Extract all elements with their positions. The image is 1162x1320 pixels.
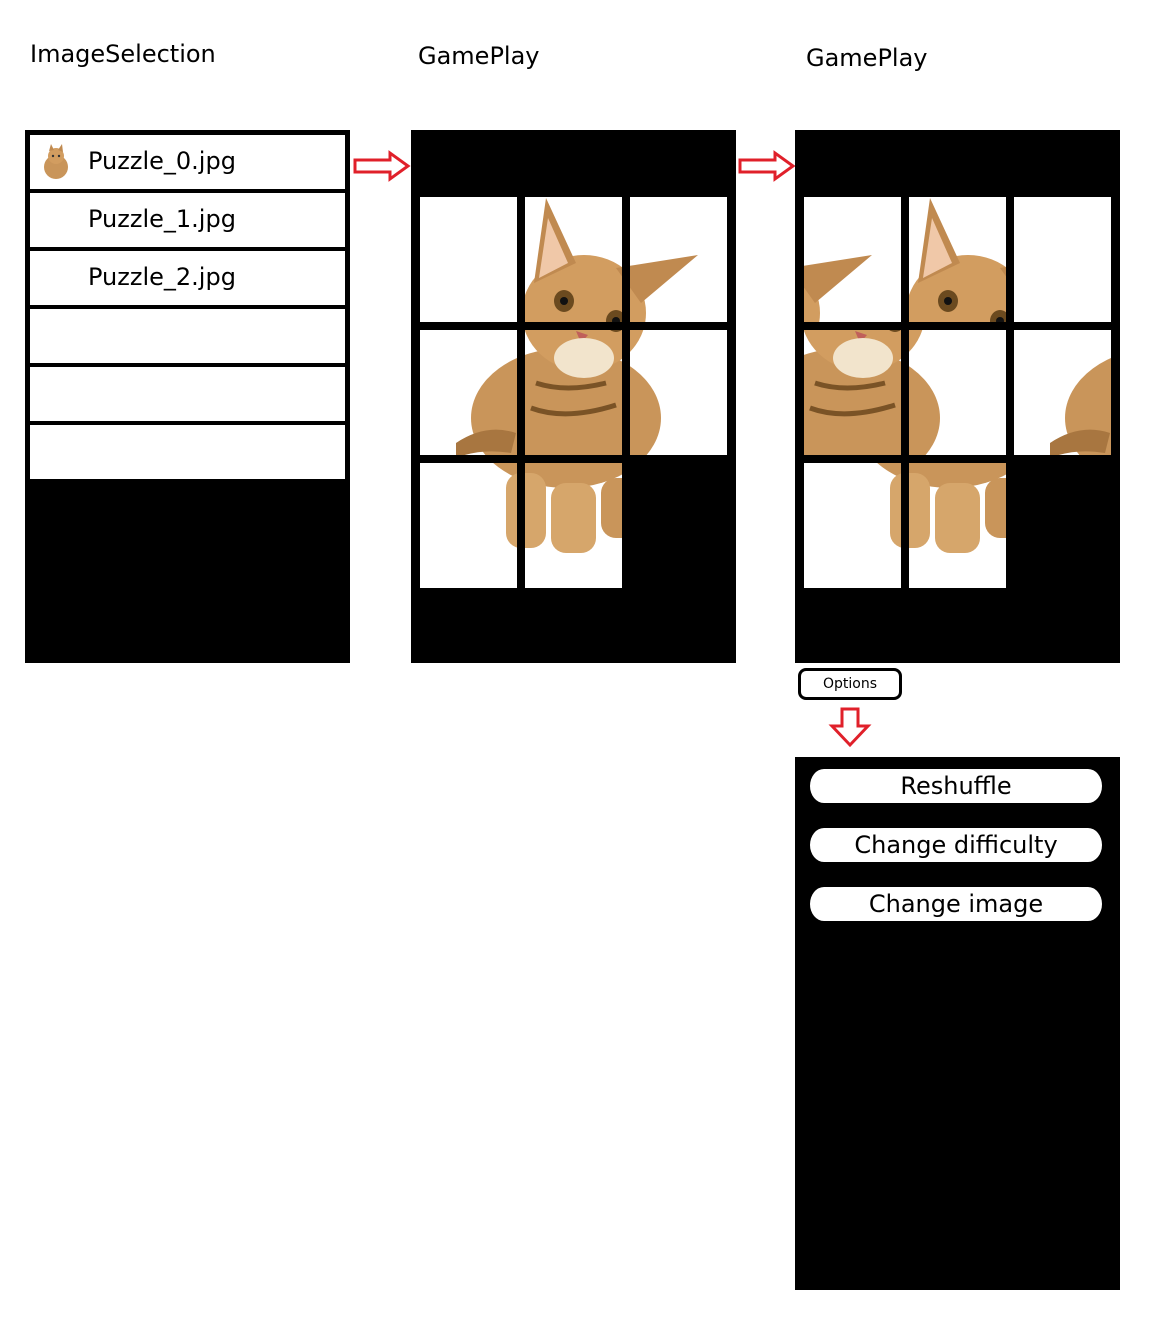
empty-tile[interactable] — [1010, 459, 1115, 592]
puzzle-board — [416, 193, 731, 593]
arrow-down-icon — [828, 707, 872, 748]
puzzle-tile[interactable] — [800, 459, 905, 592]
gameplay-screen-shuffled — [795, 130, 1120, 663]
kitten-image-fragment — [456, 358, 517, 455]
list-item-label: Puzzle_1.jpg — [88, 205, 236, 233]
kitten-image-fragment — [909, 330, 940, 455]
list-item[interactable]: Puzzle_1.jpg — [30, 193, 345, 247]
gameplay-title-2: GamePlay — [806, 44, 928, 72]
reshuffle-button[interactable]: Reshuffle — [810, 769, 1102, 803]
options-menu-screen: Reshuffle Change difficulty Change image — [795, 757, 1120, 1290]
empty-tile[interactable] — [626, 459, 731, 592]
list-item-label: Puzzle_0.jpg — [88, 147, 236, 175]
kitten-image-fragment — [630, 255, 698, 322]
list-item[interactable]: Puzzle_0.jpg — [30, 135, 345, 189]
kitten-image-fragment — [525, 330, 622, 455]
image-selection-title: ImageSelection — [30, 40, 216, 68]
image-selection-screen: Puzzle_0.jpg Puzzle_1.jpg Puzzle_2.jpg — [25, 130, 350, 663]
puzzle-tile[interactable] — [626, 326, 731, 459]
puzzle-tile[interactable] — [416, 193, 521, 326]
kitten-image-fragment — [909, 198, 1006, 322]
kitten-image-fragment — [630, 330, 661, 455]
kitten-image-fragment — [493, 463, 517, 548]
gameplay-title: GamePlay — [418, 42, 540, 70]
kitten-image-fragment — [525, 463, 622, 553]
arrow-right-icon — [738, 150, 796, 182]
kitten-image-fragment — [1050, 358, 1111, 455]
gameplay-screen — [411, 130, 736, 663]
puzzle-tile[interactable] — [800, 193, 905, 326]
puzzle-tile[interactable] — [521, 459, 626, 592]
options-button[interactable]: Options — [798, 668, 902, 700]
kitten-image-fragment — [416, 193, 521, 326]
kitten-image-fragment — [877, 463, 901, 548]
list-item[interactable]: Puzzle_2.jpg — [30, 251, 345, 305]
puzzle-tile[interactable] — [905, 459, 1010, 592]
kitten-image-fragment — [804, 330, 901, 455]
puzzle-tile[interactable] — [626, 193, 731, 326]
kitten-image-fragment — [1010, 193, 1115, 326]
change-image-button[interactable]: Change image — [810, 887, 1102, 921]
change-difficulty-button[interactable]: Change difficulty — [810, 828, 1102, 862]
puzzle-board — [800, 193, 1115, 593]
puzzle-tile[interactable] — [416, 459, 521, 592]
kitten-image-fragment — [804, 255, 872, 322]
kitten-thumbnail-icon — [44, 144, 68, 179]
arrow-right-icon — [353, 150, 411, 182]
puzzle-tile[interactable] — [905, 326, 1010, 459]
list-item[interactable] — [30, 309, 345, 363]
list-item-label: Puzzle_2.jpg — [88, 263, 236, 291]
puzzle-tile[interactable] — [521, 193, 626, 326]
kitten-image-fragment — [525, 198, 622, 322]
list-item[interactable] — [30, 425, 345, 479]
puzzle-tile[interactable] — [800, 326, 905, 459]
list-item[interactable] — [30, 367, 345, 421]
puzzle-tile[interactable] — [905, 193, 1010, 326]
puzzle-tile[interactable] — [416, 326, 521, 459]
puzzle-tile[interactable] — [1010, 326, 1115, 459]
puzzle-tile[interactable] — [521, 326, 626, 459]
image-list: Puzzle_0.jpg Puzzle_1.jpg Puzzle_2.jpg — [30, 135, 345, 483]
puzzle-tile[interactable] — [1010, 193, 1115, 326]
kitten-image-fragment — [909, 463, 1006, 553]
